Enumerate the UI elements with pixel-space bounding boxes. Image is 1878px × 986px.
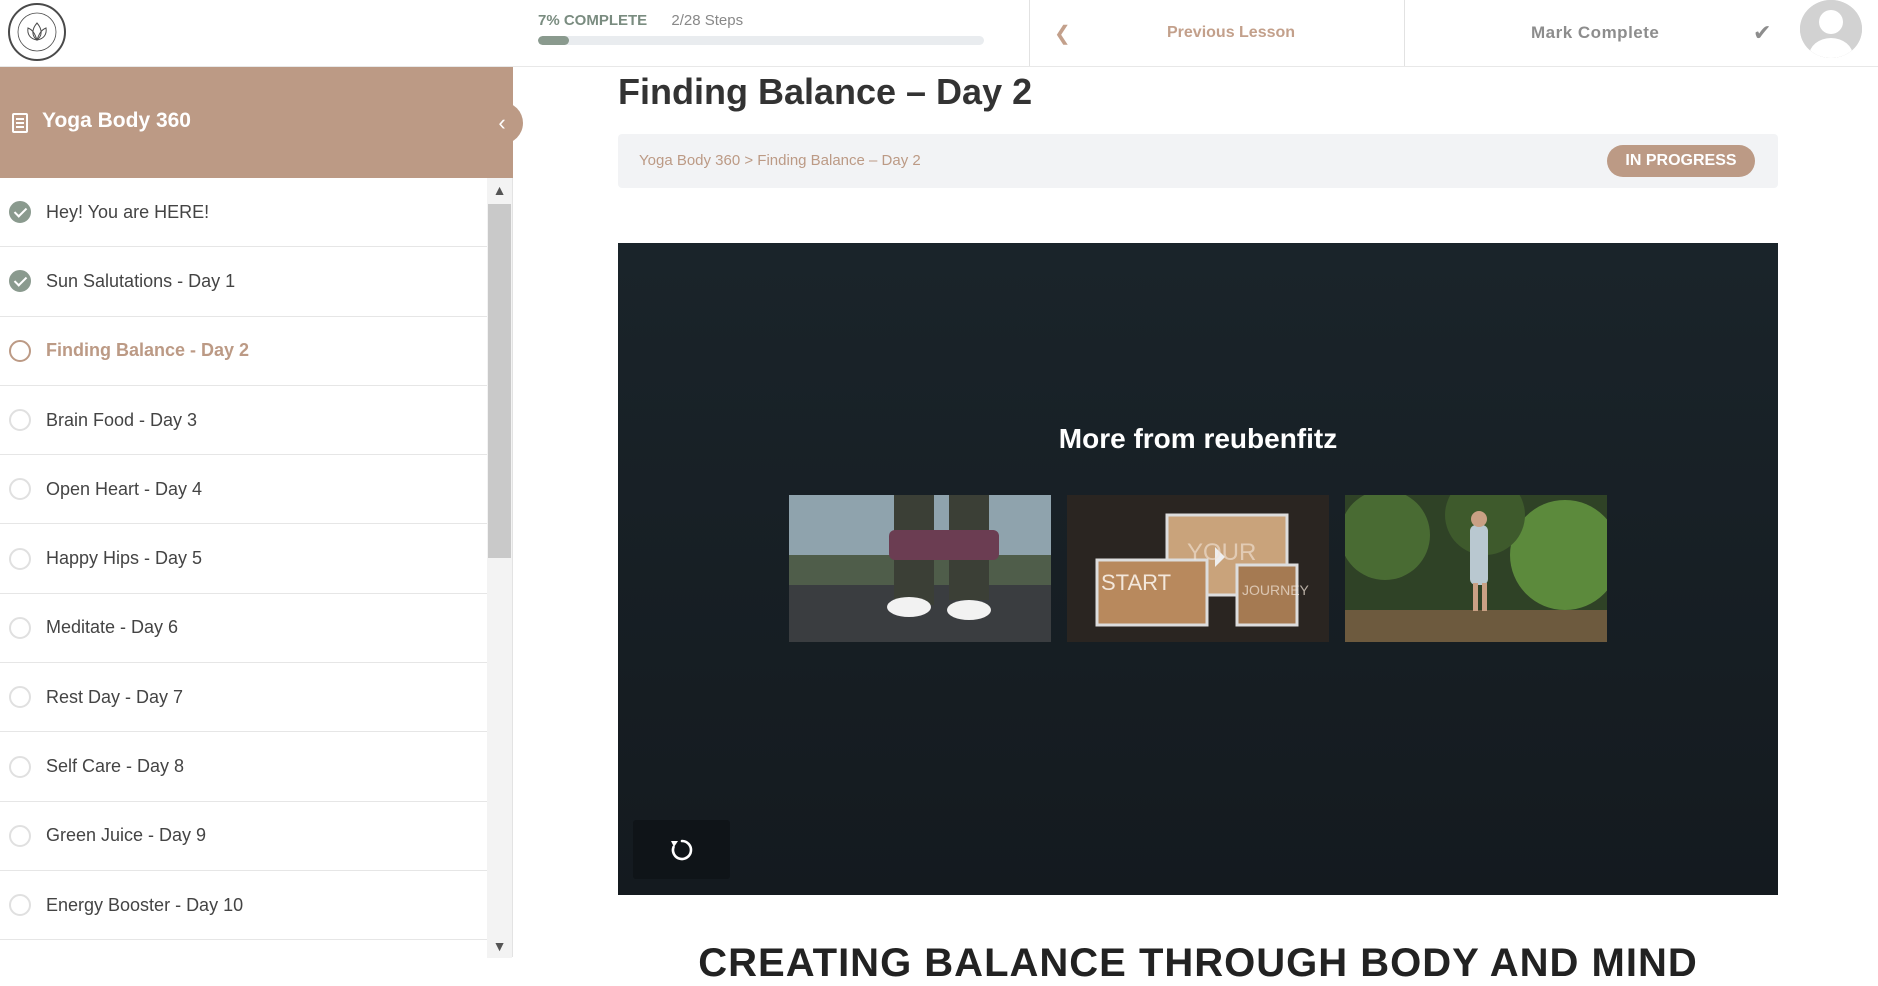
sidebar-header: Yoga Body 360 (0, 67, 513, 178)
lesson-status-circle-icon (9, 616, 31, 639)
lesson-status-circle-icon (9, 894, 31, 917)
progress-bar-fill (538, 36, 570, 45)
sidebar-lesson-label: Meditate - Day 6 (46, 617, 179, 638)
video-thumbnail-image: START YOUR JOURNEY (1067, 495, 1329, 642)
lesson-status-circle-icon (9, 339, 31, 362)
sidebar-lesson-item[interactable]: Rest Day - Day 7 (0, 663, 487, 733)
video-thumbnail-image (789, 495, 1051, 642)
check-icon: ✔ (1753, 20, 1772, 45)
sidebar-lesson-label: Energy Booster - Day 10 (46, 894, 244, 915)
replay-icon (670, 839, 692, 860)
mark-complete-button[interactable]: Mark Complete ✔ (1404, 0, 1796, 66)
section-heading: CREATING BALANCE THROUGH BODY AND MIND (698, 941, 1698, 985)
progress-bar (538, 36, 984, 45)
sidebar-lesson-label: Self Care - Day 8 (46, 756, 185, 777)
thumbnail-text-journey: JOURNEY (1242, 582, 1310, 598)
sidebar-lesson-label: Brain Food - Day 3 (46, 409, 198, 430)
course-progress: 7% COMPLETE 2/28 Steps (538, 12, 984, 45)
completed-check-icon (9, 270, 31, 293)
document-icon (12, 113, 28, 133)
lesson-status-circle-icon (9, 755, 31, 778)
sidebar-lesson-label: Green Juice - Day 9 (46, 825, 207, 846)
video-player[interactable]: More from reubenfitz START YOUR JOURNEY (618, 243, 1778, 895)
status-badge: IN PROGRESS (1607, 145, 1755, 177)
lesson-status-circle-icon (9, 824, 31, 847)
avatar-icon (1800, 0, 1862, 58)
sidebar-lesson-item[interactable]: Self Care - Day 8 (0, 732, 487, 802)
chevron-left-icon: ❮ (1054, 22, 1071, 45)
logo-icon[interactable] (8, 3, 66, 61)
course-title[interactable]: Yoga Body 360 (42, 109, 191, 133)
sidebar-lesson-item[interactable]: Sun Salutations - Day 1 (0, 247, 487, 317)
thumbnail-text-start: START (1101, 570, 1171, 595)
sidebar-lesson-label: Rest Day - Day 7 (46, 686, 184, 707)
scroll-down-arrow-icon[interactable]: ▼ (487, 934, 512, 958)
sidebar-lesson-label: Finding Balance - Day 2 (46, 340, 250, 361)
avatar[interactable] (1800, 0, 1862, 58)
video-thumbnail-1[interactable] (789, 495, 1051, 642)
sidebar-lesson-item[interactable]: Happy Hips - Day 5 (0, 524, 487, 594)
lesson-status-circle-icon (9, 409, 31, 432)
scroll-up-arrow-icon[interactable]: ▲ (487, 178, 512, 202)
sidebar-lesson-item[interactable]: Energy Booster - Day 10 (0, 871, 487, 941)
sidebar-lesson-label: Happy Hips - Day 5 (46, 548, 203, 569)
top-bar: 7% COMPLETE 2/28 Steps ❮ Previous Lesson… (0, 0, 1878, 67)
scrollbar-thumb[interactable] (488, 204, 511, 558)
thumbnail-text-your: YOUR (1187, 539, 1256, 566)
more-videos-title: More from reubenfitz (1058, 423, 1338, 454)
chevron-left-icon: ‹ (498, 110, 506, 135)
video-thumbnail-image (1345, 495, 1607, 642)
sidebar-lesson-label: Open Heart - Day 4 (46, 478, 203, 499)
lesson-status-circle-icon (9, 547, 31, 570)
mark-complete-label: Mark Complete (1531, 23, 1660, 42)
course-sidebar: Yoga Body 360 ‹ Hey! You are HERE! Sun Sa… (0, 67, 523, 958)
replay-button[interactable] (633, 820, 730, 879)
sidebar-lesson-item[interactable]: Hey! You are HERE! (0, 178, 487, 248)
page-title: Finding Balance – Day 2 (618, 71, 1033, 112)
sidebar-scrollbar[interactable]: ▲ ▼ (487, 178, 512, 958)
sidebar-lesson-item[interactable]: Open Heart - Day 4 (0, 455, 487, 525)
video-thumbnail-3[interactable] (1345, 495, 1607, 642)
sidebar-lesson-item[interactable]: Finding Balance - Day 2 (0, 317, 487, 386)
sidebar-lesson-item[interactable]: Meditate - Day 6 (0, 594, 487, 664)
breadcrumb[interactable]: Yoga Body 360 > Finding Balance – Day 2 (639, 152, 921, 169)
sidebar-lesson-item[interactable]: Green Juice - Day 9 (0, 802, 487, 871)
lesson-status-circle-icon (9, 478, 31, 501)
lesson-status-circle-icon (9, 686, 31, 709)
completed-check-icon (9, 201, 31, 224)
previous-lesson-button[interactable]: ❮ Previous Lesson (1029, 0, 1404, 66)
progress-percent: 7% COMPLETE (538, 12, 648, 29)
collapse-sidebar-button[interactable]: ‹ (481, 102, 523, 144)
lesson-list: Hey! You are HERE! Sun Salutations - Day … (0, 178, 487, 958)
sidebar-lesson-label: Hey! You are HERE! (46, 201, 210, 222)
sidebar-lesson-item[interactable]: Brain Food - Day 3 (0, 386, 487, 456)
previous-lesson-label: Previous Lesson (1167, 24, 1296, 41)
sidebar-lesson-label: Sun Salutations - Day 1 (46, 270, 236, 291)
progress-steps: 2/28 Steps (671, 12, 744, 29)
breadcrumb-bar: Yoga Body 360 > Finding Balance – Day 2 … (618, 134, 1778, 188)
video-thumbnail-2[interactable]: START YOUR JOURNEY (1067, 495, 1329, 642)
